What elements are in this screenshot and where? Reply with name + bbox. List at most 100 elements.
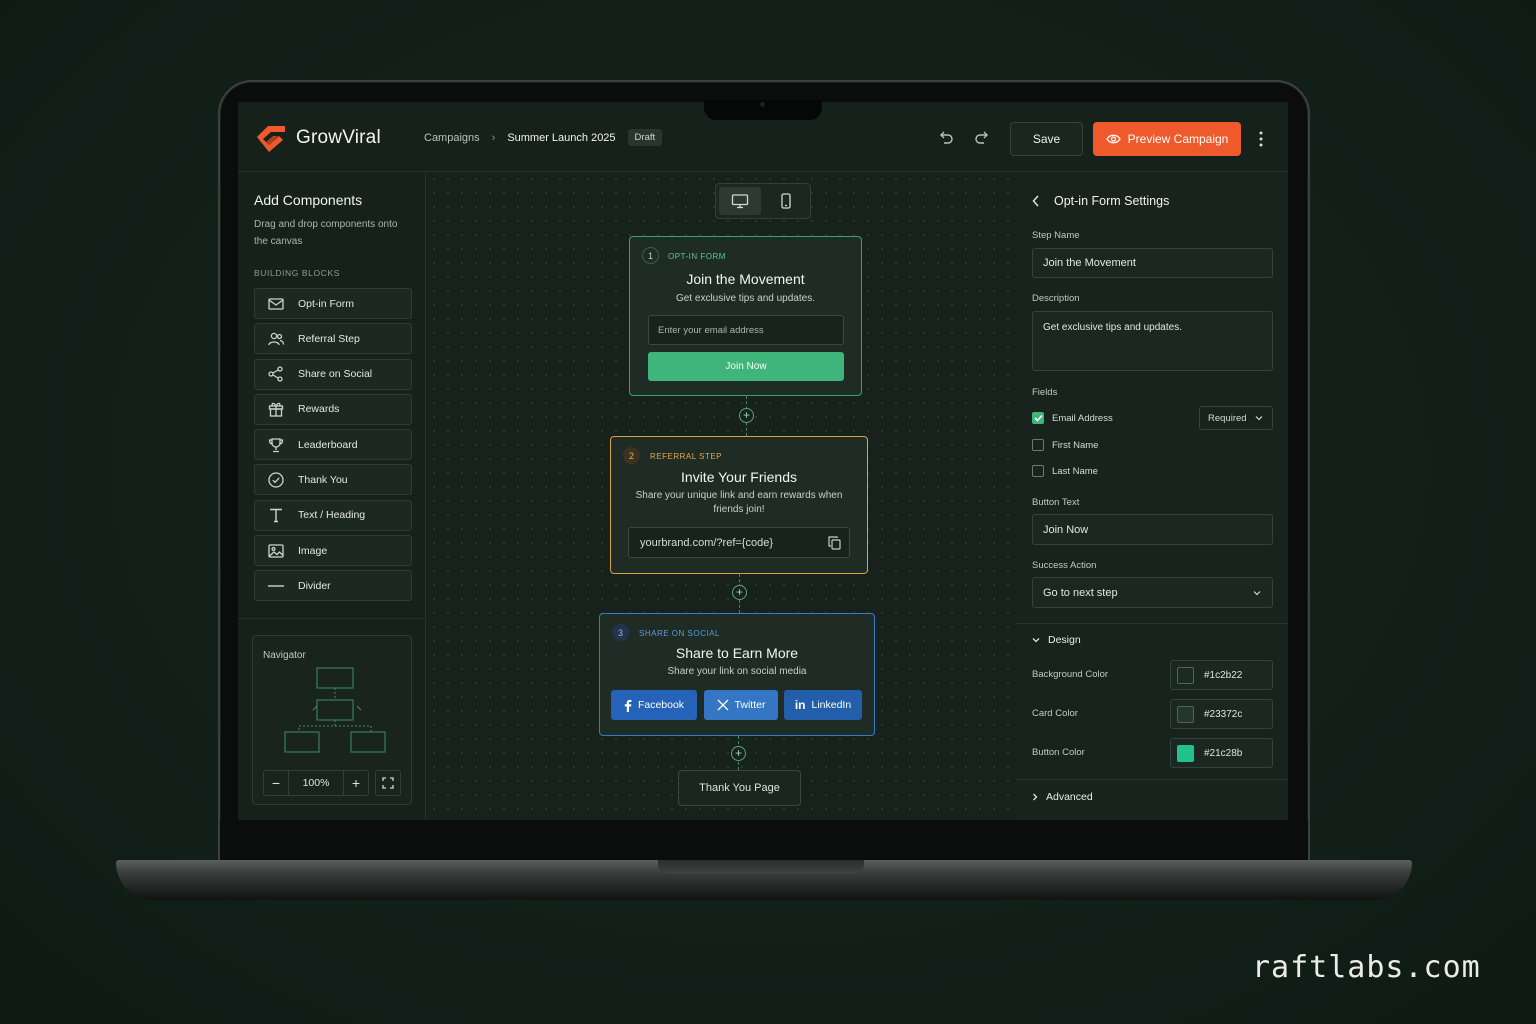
color-swatch[interactable] — [1177, 705, 1194, 723]
linkedin-icon: in — [794, 698, 806, 712]
eye-icon — [1105, 134, 1121, 144]
design-section-toggle[interactable]: Design — [1032, 634, 1081, 646]
block-divider[interactable]: Divider — [254, 570, 412, 602]
step-tag: REFERRAL STEP — [650, 452, 722, 461]
linkedin-button[interactable]: in LinkedIn — [784, 690, 862, 720]
navigator-minimap[interactable] — [283, 666, 393, 756]
card-color-row: Card Color #23372c — [1032, 699, 1273, 729]
block-text-heading[interactable]: Text / Heading — [254, 499, 412, 531]
breadcrumb-campaigns[interactable]: Campaigns — [424, 132, 480, 144]
referral-link-field[interactable]: yourbrand.com/?ref={code} — [628, 527, 850, 558]
zoom-control: − 100% + — [263, 770, 369, 796]
camera-notch — [704, 100, 822, 120]
step-card-referral[interactable]: 2 REFERRAL STEP Invite Your Friends Shar… — [610, 436, 868, 574]
linkedin-label: LinkedIn — [811, 699, 852, 711]
desktop-view-button[interactable] — [719, 187, 761, 215]
back-chevron-icon[interactable] — [1032, 195, 1040, 207]
block-share-on-social[interactable]: Share on Social — [254, 358, 412, 390]
required-value: Required — [1208, 412, 1247, 424]
checkbox-unchecked-icon[interactable] — [1032, 439, 1044, 451]
add-step-button[interactable]: + — [731, 746, 746, 761]
block-leaderboard[interactable]: Leaderboard — [254, 429, 412, 461]
device-toggle — [715, 183, 811, 219]
flow-canvas[interactable]: 1 OPT-IN FORM Join the Movement Get excl… — [427, 172, 1015, 820]
block-label: Referral Step — [298, 332, 360, 345]
panel-divider — [238, 618, 426, 619]
button-color-row: Button Color #21c28b — [1032, 738, 1273, 768]
success-action-select[interactable]: Go to next step — [1032, 577, 1273, 608]
block-label: Rewards — [298, 403, 340, 416]
card-color-input[interactable]: #23372c — [1170, 699, 1273, 729]
join-now-button[interactable]: Join Now — [648, 352, 844, 381]
step-card-share-social[interactable]: 3 SHARE ON SOCIAL Share to Earn More Sha… — [599, 613, 875, 736]
undo-icon[interactable] — [938, 130, 954, 146]
zoom-out-button[interactable]: − — [264, 775, 288, 791]
settings-header: Opt-in Form Settings — [1032, 194, 1169, 208]
description-textarea[interactable]: Get exclusive tips and updates. — [1032, 311, 1273, 371]
fit-screen-button[interactable] — [375, 770, 401, 796]
checkbox-checked-icon[interactable] — [1032, 412, 1044, 424]
color-label: Card Color — [1032, 708, 1078, 719]
mobile-icon — [781, 193, 791, 209]
mail-icon — [268, 297, 284, 310]
design-label: Design — [1048, 634, 1081, 646]
zoom-in-button[interactable]: + — [344, 775, 368, 791]
button-color-input[interactable]: #21c28b — [1170, 738, 1273, 768]
field-last-name-row[interactable]: Last Name — [1032, 465, 1098, 477]
building-blocks-list: Opt-in Form Referral Step Share on Socia… — [254, 288, 412, 606]
text-icon — [270, 509, 282, 523]
copy-icon[interactable] — [828, 536, 841, 550]
block-image[interactable]: Image — [254, 535, 412, 567]
chevron-right-icon: › — [491, 131, 496, 144]
button-text-label: Button Text — [1032, 497, 1080, 508]
step-card-opt-in[interactable]: 1 OPT-IN FORM Join the Movement Get excl… — [629, 236, 862, 396]
twitter-label: Twitter — [734, 699, 766, 711]
facebook-button[interactable]: Facebook — [611, 690, 697, 720]
background-color-input[interactable]: #1c2b22 — [1170, 660, 1273, 690]
button-text-input[interactable]: Join Now — [1032, 514, 1273, 545]
image-icon — [268, 543, 284, 558]
step-title: Invite Your Friends — [681, 469, 797, 485]
expand-icon — [382, 777, 394, 789]
chevron-right-icon — [1033, 793, 1038, 801]
add-step-button[interactable]: + — [739, 408, 754, 423]
desktop-icon — [731, 194, 749, 209]
facebook-label: Facebook — [637, 699, 685, 711]
thank-you-page-node[interactable]: Thank You Page — [678, 770, 801, 806]
block-thank-you[interactable]: Thank You — [254, 464, 412, 496]
step-number: 1 — [642, 247, 659, 264]
save-button[interactable]: Save — [1010, 122, 1083, 156]
gift-icon — [268, 403, 284, 418]
mobile-view-button[interactable] — [765, 187, 807, 215]
brand-name: GrowViral — [296, 127, 381, 148]
checkbox-unchecked-icon[interactable] — [1032, 465, 1044, 477]
field-first-name-row[interactable]: First Name — [1032, 439, 1098, 451]
color-swatch[interactable] — [1177, 744, 1194, 762]
more-vertical-icon[interactable] — [1254, 130, 1268, 148]
color-value: #21c28b — [1204, 747, 1243, 759]
block-rewards[interactable]: Rewards — [254, 393, 412, 425]
brand-logo[interactable]: GrowViral — [254, 122, 381, 154]
block-referral-step[interactable]: Referral Step — [254, 323, 412, 355]
advanced-section-toggle[interactable]: Advanced — [1032, 791, 1093, 803]
redo-icon[interactable] — [974, 130, 990, 146]
field-email-row[interactable]: Email Address — [1032, 412, 1113, 424]
field-label: First Name — [1052, 439, 1099, 451]
chevron-down-icon — [1253, 591, 1261, 596]
app-screen: GrowViral Campaigns › Summer Launch 2025… — [238, 102, 1288, 820]
components-panel: Add Components Drag and drop components … — [238, 172, 426, 820]
chevron-down-icon — [1032, 638, 1040, 643]
add-step-button[interactable]: + — [732, 585, 747, 600]
breadcrumb-current: Summer Launch 2025 — [507, 131, 616, 144]
share-icon — [268, 366, 283, 382]
email-input[interactable]: Enter your email address — [648, 315, 844, 345]
zoom-level: 100% — [288, 771, 344, 795]
block-opt-in-form[interactable]: Opt-in Form — [254, 288, 412, 319]
color-swatch[interactable] — [1177, 666, 1194, 684]
step-tag: OPT-IN FORM — [668, 252, 726, 261]
preview-campaign-button[interactable]: Preview Campaign — [1093, 122, 1241, 156]
step-name-input[interactable]: Join the Movement — [1032, 248, 1273, 278]
facebook-icon — [624, 699, 632, 712]
required-select[interactable]: Required — [1199, 406, 1273, 430]
twitter-button[interactable]: Twitter — [704, 690, 778, 720]
